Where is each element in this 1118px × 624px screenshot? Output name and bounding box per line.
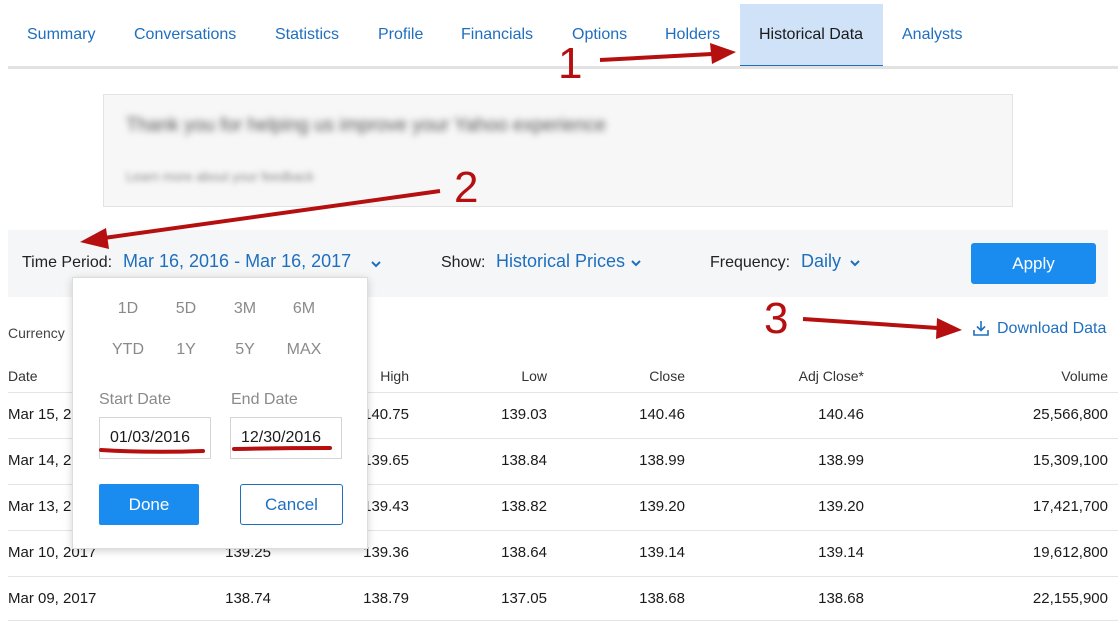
tab-financials[interactable]: Financials <box>461 4 533 68</box>
show-label: Show: <box>441 254 486 271</box>
annotation-label-3: 3 <box>764 294 789 343</box>
cell-close: 138.68 <box>639 590 685 607</box>
column-header-close: Close <box>649 368 685 384</box>
range-6m-button[interactable]: 6M <box>279 300 329 318</box>
tab-historical-data[interactable]: Historical Data <box>740 4 883 68</box>
currency-note: Currency <box>8 325 65 341</box>
date-range-popup: 1D 5D 3M 6M YTD 1Y 5Y MAX Start Date End… <box>72 277 368 549</box>
column-header-date: Date <box>8 368 38 384</box>
end-date-label: End Date <box>231 391 298 408</box>
cell-date: Mar 09, 2017 <box>8 590 97 607</box>
cell-close: 139.20 <box>639 498 685 515</box>
chevron-down-icon[interactable] <box>630 257 642 269</box>
cell-low: 138.64 <box>501 544 547 561</box>
time-period-dropdown[interactable]: Mar 16, 2016 - Mar 16, 2017 <box>123 251 351 272</box>
range-5d-button[interactable]: 5D <box>161 300 211 318</box>
tab-holders[interactable]: Holders <box>665 4 720 68</box>
cell-open: 138.74 <box>225 590 271 607</box>
cell-high: 138.79 <box>363 590 409 607</box>
feedback-panel: Thank you for helping us improve your Ya… <box>103 94 1013 207</box>
annotation-arrow-3 <box>802 317 939 330</box>
range-1d-button[interactable]: 1D <box>103 300 153 318</box>
time-period-label: Time Period: <box>22 254 113 271</box>
cell-volume: 19,612,800 <box>1032 544 1108 561</box>
cell-volume: 25,566,800 <box>1032 406 1108 423</box>
chevron-down-icon[interactable] <box>370 258 382 270</box>
annotation-label-1: 1 <box>558 39 583 88</box>
cell-adj-close: 139.20 <box>818 498 864 515</box>
frequency-dropdown[interactable]: Daily <box>801 251 841 272</box>
cell-adj-close: 140.46 <box>818 406 864 423</box>
range-max-button[interactable]: MAX <box>279 341 329 359</box>
frequency-label: Frequency: <box>710 254 791 271</box>
column-header-adj-close: Adj Close* <box>798 368 864 384</box>
cancel-button[interactable]: Cancel <box>240 484 343 525</box>
tab-conversations[interactable]: Conversations <box>134 4 236 68</box>
cell-low: 138.84 <box>501 452 547 469</box>
cell-adj-close: 138.68 <box>818 590 864 607</box>
cell-adj-close: 139.14 <box>818 544 864 561</box>
range-5y-button[interactable]: 5Y <box>220 341 270 359</box>
feedback-title: Thank you for helping us improve your Ya… <box>126 115 606 136</box>
cell-close: 140.46 <box>639 406 685 423</box>
tab-analysts[interactable]: Analysts <box>902 4 962 68</box>
apply-button[interactable]: Apply <box>971 243 1096 284</box>
column-header-low: Low <box>521 368 547 384</box>
cell-low: 137.05 <box>501 590 547 607</box>
chevron-down-icon[interactable] <box>849 257 861 269</box>
range-1y-button[interactable]: 1Y <box>161 341 211 359</box>
cell-close: 139.14 <box>639 544 685 561</box>
cell-low: 138.82 <box>501 498 547 515</box>
tab-statistics[interactable]: Statistics <box>275 4 339 68</box>
feedback-link[interactable]: Learn more about your feedback <box>126 169 314 184</box>
download-data-label[interactable]: Download Data <box>997 320 1106 338</box>
start-date-input[interactable]: 01/03/2016 <box>99 417 211 459</box>
row-divider <box>8 576 1118 577</box>
cell-close: 138.99 <box>639 452 685 469</box>
range-3m-button[interactable]: 3M <box>220 300 270 318</box>
range-ytd-button[interactable]: YTD <box>103 341 153 359</box>
arrowhead-icon <box>936 318 962 339</box>
annotation-label-2: 2 <box>454 163 479 212</box>
cell-volume: 22,155,900 <box>1032 590 1108 607</box>
end-date-input[interactable]: 12/30/2016 <box>230 417 342 459</box>
show-dropdown[interactable]: Historical Prices <box>496 251 625 272</box>
download-icon <box>973 321 989 336</box>
cell-volume: 17,421,700 <box>1032 498 1108 515</box>
start-date-label: Start Date <box>99 391 172 408</box>
cell-volume: 15,309,100 <box>1032 452 1108 469</box>
column-header-volume: Volume <box>1061 368 1108 384</box>
tab-profile[interactable]: Profile <box>378 4 423 68</box>
tab-summary[interactable]: Summary <box>27 4 95 68</box>
cell-low: 139.03 <box>501 406 547 423</box>
done-button[interactable]: Done <box>99 484 199 525</box>
cell-adj-close: 138.99 <box>818 452 864 469</box>
row-divider <box>8 620 1118 621</box>
